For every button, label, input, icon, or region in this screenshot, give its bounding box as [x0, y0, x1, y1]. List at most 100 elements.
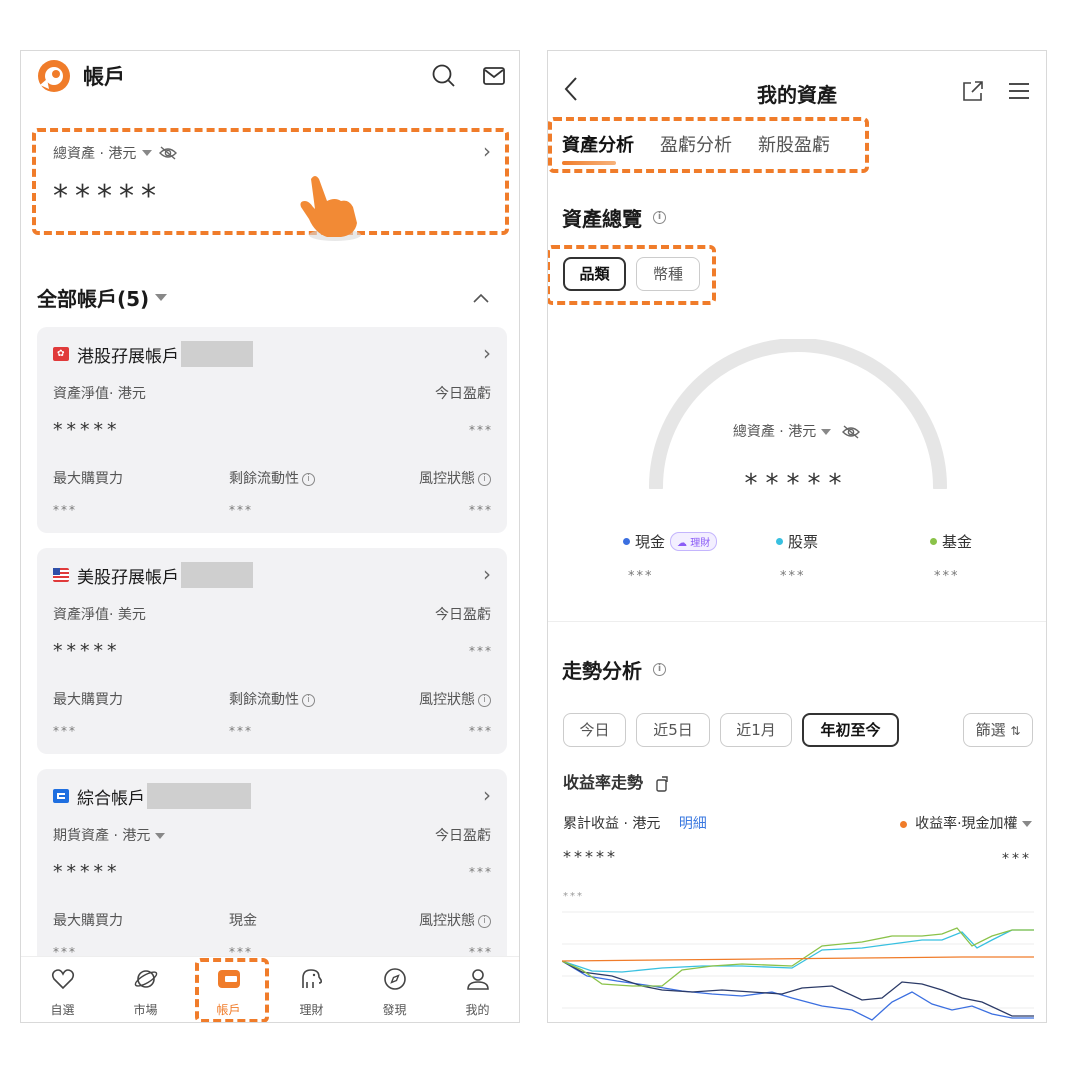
us-flag-icon — [53, 568, 69, 582]
info-icon[interactable]: i — [653, 663, 666, 676]
account-card-hk-margin[interactable]: ✿ 港股孖展帳戶 › 資產淨值· 港元 今日盈虧 ***** *** 最大購買力… — [37, 327, 507, 533]
dropdown-icon[interactable] — [142, 150, 153, 156]
tab-account[interactable]: 帳戶 — [187, 957, 270, 1022]
asset-tabs: 資產分析 盈虧分析 新股盈虧 — [562, 131, 830, 165]
series-blue-line — [562, 960, 1034, 1021]
search-icon[interactable] — [431, 63, 457, 89]
pl-value: *** — [469, 644, 493, 658]
my-assets-screen: 我的資產 資產分析 盈虧分析 新股盈虧 資產總覽 i 品類 幣種 總資產 · 港… — [547, 50, 1047, 1023]
legend-dot — [899, 821, 907, 828]
account-card-universal[interactable]: 綜合帳戶 › 期貨資產 · 港元 今日盈虧 ***** *** 最大購買力 現金… — [37, 769, 507, 969]
compass-icon — [383, 968, 406, 990]
account-header: 帳戶 — [21, 51, 519, 105]
tab-pl-analysis[interactable]: 盈虧分析 — [660, 131, 732, 157]
dropdown-icon[interactable] — [820, 429, 831, 435]
risk-status-label: 風控狀態 i — [419, 468, 491, 488]
liquidity-value: *** — [229, 724, 253, 738]
share-icon[interactable] — [961, 79, 985, 103]
mail-icon[interactable] — [481, 63, 507, 89]
detail-link[interactable]: 明細 — [679, 816, 707, 832]
nav-value: ***** — [53, 861, 121, 883]
all-accounts-title[interactable]: 全部帳戶(5) — [37, 283, 168, 312]
legend-cash: 現金 ☁ 理財 — [623, 531, 718, 552]
gauge-value: ***** — [744, 469, 850, 499]
period-ytd[interactable]: 年初至今 — [802, 713, 899, 747]
tab-wealth[interactable]: 理財 — [270, 957, 353, 1022]
pill-category[interactable]: 品類 — [563, 257, 626, 291]
account-number-mask — [181, 341, 253, 367]
info-icon[interactable]: i — [478, 693, 491, 707]
info-icon[interactable]: i — [302, 693, 315, 707]
asset-gauge — [649, 339, 947, 489]
account-name: 美股孖展帳戶 — [53, 562, 253, 588]
filter-button[interactable]: 篩選 ⇅ — [963, 713, 1033, 747]
rotate-icon[interactable] — [655, 775, 669, 792]
period-5d[interactable]: 近5日 — [636, 713, 710, 747]
trend-title: 走勢分析 i — [562, 655, 666, 684]
futures-assets-label[interactable]: 期貨資產 · 港元 — [53, 825, 165, 845]
metric-selector[interactable]: 收益率·現金加權 — [899, 813, 1032, 833]
eye-off-icon[interactable] — [841, 424, 861, 440]
buying-power-label: 最大購買力 — [53, 471, 123, 487]
chevron-right-icon[interactable]: › — [483, 341, 491, 365]
axis-value: *** — [563, 891, 584, 902]
chevron-right-icon[interactable]: › — [483, 139, 491, 163]
account-card-us-margin[interactable]: 美股孖展帳戶 › 資產淨值· 美元 今日盈虧 ***** *** 最大購買力 剩… — [37, 548, 507, 754]
risk-status-label: 風控狀態 i — [419, 689, 491, 709]
tab-ipo-pl[interactable]: 新股盈虧 — [758, 131, 830, 157]
pl-value: *** — [469, 423, 493, 437]
dropdown-icon[interactable] — [155, 294, 168, 301]
cash-value: *** — [628, 569, 654, 584]
dropdown-icon[interactable] — [154, 833, 165, 839]
buying-power-label: 最大購買力 — [53, 913, 123, 929]
risk-status-value: *** — [469, 724, 493, 738]
info-icon[interactable]: i — [653, 211, 666, 224]
nav-value: ***** — [53, 419, 121, 441]
pl-label: 今日盈虧 — [435, 607, 491, 623]
chevron-up-icon[interactable] — [471, 291, 491, 305]
cumulative-value: ***** — [563, 847, 618, 866]
tab-discover[interactable]: 發現 — [353, 957, 436, 1022]
menu-icon[interactable] — [1008, 81, 1030, 101]
account-name: 綜合帳戶 — [53, 783, 251, 809]
buying-power-value: *** — [53, 503, 77, 517]
heart-icon — [51, 969, 74, 990]
account-number-mask — [181, 562, 253, 588]
series-orange-line — [562, 956, 1034, 962]
period-today[interactable]: 今日 — [563, 713, 626, 747]
pl-label: 今日盈虧 — [435, 828, 491, 844]
gauge-label: 總資產 · 港元 — [548, 421, 1046, 441]
returns-title: 收益率走勢 — [563, 769, 669, 793]
nav-value: ***** — [53, 640, 121, 662]
total-assets-label: 總資產 · 港元 — [53, 143, 178, 163]
divider — [548, 621, 1046, 622]
nav-label: 資產淨值· 美元 — [53, 607, 146, 623]
tab-watchlist[interactable]: 自選 — [21, 957, 104, 1022]
chevron-right-icon[interactable]: › — [483, 562, 491, 586]
info-icon[interactable]: i — [302, 472, 315, 486]
risk-status-value: *** — [469, 503, 493, 517]
pl-value: *** — [469, 865, 493, 879]
dropdown-icon — [1022, 821, 1032, 827]
wealth-tag: ☁ 理財 — [670, 532, 718, 551]
returns-chart — [562, 911, 1034, 1021]
account-screen: 帳戶 總資產 · 港元 › ***** 全部帳戶(5) ✿ 港股孖展帳戶 › 資… — [20, 50, 520, 1023]
info-icon[interactable]: i — [478, 472, 491, 486]
total-assets-card[interactable]: 總資產 · 港元 › ***** — [37, 131, 507, 231]
tab-asset-analysis[interactable]: 資產分析 — [562, 131, 634, 165]
chevron-right-icon[interactable]: › — [483, 783, 491, 807]
eye-off-icon[interactable] — [158, 145, 178, 161]
pill-currency[interactable]: 幣種 — [636, 257, 700, 291]
pl-label: 今日盈虧 — [435, 386, 491, 402]
legend-stocks: 股票 — [776, 531, 818, 552]
risk-status-label: 風控狀態 i — [419, 910, 491, 930]
tab-market[interactable]: 市場 — [104, 957, 187, 1022]
period-1m[interactable]: 近1月 — [720, 713, 792, 747]
tab-me[interactable]: 我的 — [436, 957, 519, 1022]
legend-dot — [623, 538, 630, 545]
elephant-icon — [301, 969, 322, 988]
liquidity-value: *** — [229, 503, 253, 517]
info-icon[interactable]: i — [478, 914, 491, 928]
stocks-value: *** — [780, 569, 806, 584]
legend-dot — [930, 538, 937, 545]
